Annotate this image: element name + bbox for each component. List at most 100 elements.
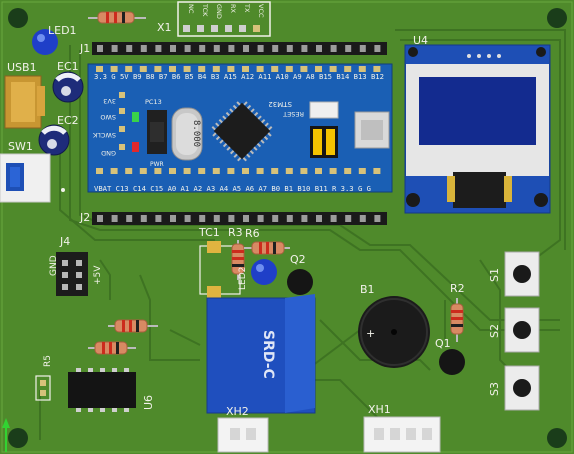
u4-oled: U4 (404, 34, 551, 214)
header-pin (330, 45, 337, 52)
x1-pin-label: GND (215, 4, 223, 19)
header-pin (316, 45, 322, 52)
x1-pin (211, 25, 218, 32)
header-pin (170, 45, 176, 52)
j1-label: J1 (79, 42, 90, 55)
tc1-label: TC1 (198, 226, 220, 239)
r5-label: R5 (43, 355, 53, 367)
ec1-top (61, 86, 71, 96)
header-pin (257, 45, 264, 52)
header-pin (301, 215, 308, 222)
header-pin (286, 45, 293, 52)
ec2-label: EC2 (57, 114, 79, 127)
s2-label: S2 (488, 324, 501, 338)
u6-body (68, 372, 136, 408)
swd-3v3: 3V3 (103, 97, 116, 105)
mcu-pad (96, 168, 103, 174)
u6-label: U6 (142, 395, 155, 410)
header-pin (228, 215, 235, 222)
ec2-top (47, 139, 57, 149)
mcu-pad (358, 168, 366, 174)
x1-pin (183, 25, 190, 32)
s1-label: S1 (488, 268, 501, 282)
header-pin (257, 215, 264, 222)
header-pin (184, 215, 191, 222)
header-pin (155, 45, 162, 52)
j4-label: J4 (59, 235, 70, 248)
xh2-body (217, 417, 269, 453)
header-pin (301, 45, 308, 52)
header-pin (228, 45, 235, 52)
x1-pin-label: RX (229, 4, 237, 14)
pc13-label: PC13 (145, 98, 162, 106)
s3-cap (513, 379, 531, 397)
header-pin (359, 45, 366, 52)
boot-jumper-1 (326, 129, 335, 155)
mcu-led-red (132, 142, 139, 152)
header-pin (199, 45, 206, 52)
x1-pin (253, 25, 260, 32)
header-pin (272, 45, 279, 52)
s2-cap (513, 321, 531, 339)
mcu-top-pin-labels: 3.3 G 5V B9 B8 B7 B6 B5 B4 B3 A15 A12 A1… (94, 72, 384, 81)
header-pin (345, 45, 352, 52)
led2-label: LED2 (238, 267, 248, 290)
j1-strip (92, 42, 387, 55)
header-pin (345, 215, 352, 222)
ec1: EC1 (52, 60, 84, 103)
header-pin (243, 45, 249, 52)
header-pin (155, 215, 162, 222)
header-pin (359, 215, 366, 222)
header-pin (199, 215, 206, 222)
mcu-pad (285, 168, 293, 174)
oled-screen (419, 77, 536, 145)
mcu-pad (373, 168, 381, 174)
x1-label: X1 (157, 21, 172, 34)
mcu-pad (300, 168, 308, 174)
mcu-board: 3.3 G 5V B9 B8 B7 B6 B5 B4 B3 A15 A12 A1… (87, 63, 393, 193)
mcu-pad (198, 168, 206, 174)
header-pin (213, 215, 220, 222)
usb1-label: USB1 (7, 61, 37, 74)
oled-flex (453, 172, 506, 208)
led2-dome (251, 259, 277, 285)
mcu-pad (154, 168, 162, 174)
mounting-hole-br (547, 428, 567, 448)
mounting-hole-tr (547, 8, 567, 28)
swd-gnd: GND (101, 149, 116, 157)
mcu-pad (271, 168, 279, 174)
r6-label: R6 (245, 227, 260, 240)
xh2-label: XH2 (226, 405, 249, 418)
sw1-label: SW1 (8, 140, 33, 153)
header-pin (140, 215, 147, 222)
mcu-pad (110, 168, 118, 174)
j2-header: J2 (79, 211, 387, 225)
chip-brand: STM32 (268, 100, 292, 108)
s1-cap (513, 265, 531, 283)
r3-label: R3 (228, 226, 243, 239)
header-pin (111, 45, 118, 52)
x1-pin-label: TX (243, 3, 251, 13)
usb1-shell (11, 82, 35, 122)
crystal-label: 8.000 (191, 120, 201, 147)
mcu-led-green (132, 112, 139, 122)
relay-label: SRD-C (260, 330, 276, 379)
mcu-pad (329, 168, 337, 174)
header-pin (316, 215, 322, 222)
x1-pin-label: TCK (201, 3, 209, 17)
r2-label: R2 (450, 282, 465, 295)
x1-pin (225, 25, 232, 32)
mcu-pad (256, 168, 264, 174)
usb1-lip (37, 86, 45, 116)
pwr-label: PWR (150, 161, 164, 168)
header-pin (213, 45, 220, 52)
mcu-pad (212, 168, 220, 174)
mcu-bottom-pin-labels: VBAT C13 C14 C15 A0 A1 A2 A3 A4 A5 A6 A7… (94, 184, 371, 193)
j4-5v-label: +5V (93, 265, 103, 285)
j2-label: J2 (79, 211, 90, 224)
boot-jumper-0 (313, 129, 322, 155)
q1-body (439, 349, 465, 375)
pcb-board: LED1 X1 NC TCK GND RX TX VCC USB1 EC1 EC2 SW1 (0, 0, 574, 454)
mounting-hole-tl (8, 8, 28, 28)
header-pin (286, 215, 293, 222)
